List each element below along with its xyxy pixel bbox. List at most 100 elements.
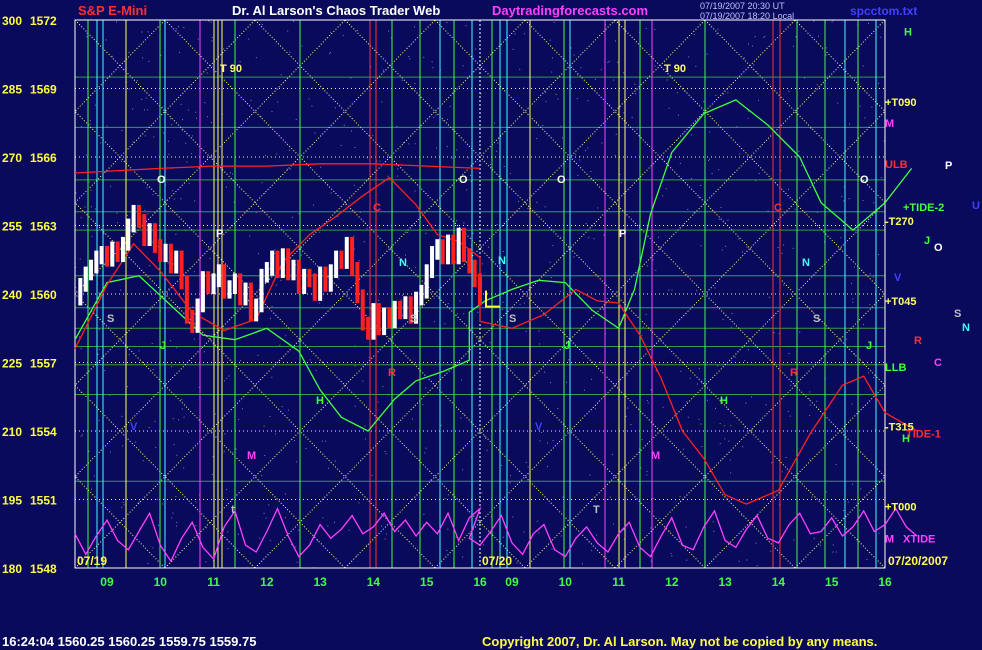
star-dot bbox=[509, 172, 511, 174]
star-dot bbox=[727, 92, 729, 94]
star-dot bbox=[226, 377, 228, 379]
star-dot bbox=[510, 475, 512, 477]
star-dot bbox=[353, 235, 355, 237]
star-dot bbox=[321, 440, 323, 442]
star-dot bbox=[275, 284, 277, 286]
upper-band-line bbox=[74, 163, 481, 174]
star-dot bbox=[414, 190, 416, 192]
y-tick-outer: 225 bbox=[2, 357, 22, 371]
star-dot bbox=[98, 349, 100, 351]
star-dot bbox=[84, 206, 86, 208]
star-dot bbox=[770, 550, 772, 552]
star-dot bbox=[182, 119, 184, 121]
star-dot bbox=[788, 353, 790, 355]
right-level-label: M bbox=[885, 533, 894, 545]
star-dot bbox=[790, 384, 792, 386]
star-dot bbox=[110, 185, 112, 187]
star-dot bbox=[434, 297, 435, 299]
star-dot bbox=[178, 51, 180, 53]
price-bar bbox=[94, 250, 99, 274]
star-dot bbox=[742, 251, 744, 253]
price-bar bbox=[168, 243, 173, 274]
star-dot bbox=[739, 153, 741, 155]
star-dot bbox=[378, 299, 380, 301]
star-dot bbox=[603, 234, 605, 236]
star-dot bbox=[712, 521, 714, 523]
price-bar bbox=[419, 284, 424, 306]
star-dot bbox=[560, 125, 562, 127]
star-dot bbox=[284, 493, 286, 495]
star-dot bbox=[314, 132, 316, 134]
star-dot bbox=[178, 25, 180, 27]
star-dot bbox=[397, 175, 399, 177]
star-dot bbox=[168, 140, 170, 142]
timestamp-local: 07/19/2007 18:20 Local bbox=[700, 11, 795, 21]
star-dot bbox=[401, 294, 403, 296]
star-dot bbox=[869, 273, 871, 275]
price-bar bbox=[446, 234, 451, 265]
star-dot bbox=[150, 291, 152, 293]
star-dot bbox=[250, 99, 252, 101]
star-dot bbox=[211, 473, 213, 475]
star-dot bbox=[683, 448, 685, 450]
star-dot bbox=[128, 88, 130, 90]
star-dot bbox=[466, 189, 468, 191]
star-dot bbox=[132, 108, 134, 110]
star-dot bbox=[496, 223, 498, 225]
star-dot bbox=[193, 271, 195, 273]
star-dot bbox=[765, 404, 767, 406]
star-dot bbox=[717, 365, 719, 367]
star-dot bbox=[414, 26, 416, 28]
star-dot bbox=[411, 418, 413, 420]
chart-annotation: J bbox=[564, 340, 570, 352]
star-dot bbox=[176, 347, 178, 349]
star-dot bbox=[652, 259, 654, 261]
star-dot bbox=[706, 399, 708, 401]
chart-annotation: C bbox=[774, 202, 782, 214]
star-dot bbox=[162, 503, 164, 505]
star-dot bbox=[552, 439, 554, 441]
star-dot bbox=[172, 263, 174, 265]
y-tick-outer: 255 bbox=[2, 220, 22, 234]
star-dot bbox=[121, 506, 123, 508]
star-dot bbox=[195, 525, 197, 527]
website-link[interactable]: Daytradingforecasts.com bbox=[492, 3, 648, 18]
star-dot bbox=[173, 198, 175, 200]
price-bar bbox=[478, 273, 482, 306]
y-tick-inner: 1554 bbox=[30, 425, 57, 439]
star-dot bbox=[148, 60, 150, 62]
chart-annotation: t bbox=[231, 504, 235, 516]
planet-label: R bbox=[914, 335, 922, 347]
price-bar bbox=[99, 246, 104, 265]
star-dot bbox=[481, 263, 483, 265]
star-dot bbox=[384, 451, 386, 453]
star-dot bbox=[396, 499, 398, 501]
star-dot bbox=[170, 118, 172, 120]
star-dot bbox=[263, 512, 265, 514]
price-bar bbox=[286, 248, 291, 281]
star-dot bbox=[173, 444, 175, 446]
price-bar bbox=[110, 241, 115, 267]
star-dot bbox=[309, 359, 311, 361]
price-bar bbox=[451, 234, 456, 265]
star-dot bbox=[414, 143, 416, 145]
star-dot bbox=[808, 398, 810, 400]
star-dot bbox=[723, 425, 725, 427]
star-dot bbox=[589, 474, 591, 476]
star-dot bbox=[462, 556, 464, 558]
star-dot bbox=[690, 178, 692, 180]
star-dot bbox=[719, 443, 721, 445]
star-dot bbox=[783, 244, 785, 246]
star-dot bbox=[764, 35, 766, 37]
star-dot bbox=[404, 254, 406, 256]
star-dot bbox=[138, 350, 140, 352]
star-dot bbox=[575, 153, 577, 155]
star-dot bbox=[384, 538, 386, 540]
star-dot bbox=[636, 128, 638, 130]
star-dot bbox=[197, 38, 199, 40]
star-dot bbox=[670, 552, 672, 554]
price-bar bbox=[179, 250, 184, 290]
star-dot bbox=[231, 173, 233, 175]
star-dot bbox=[308, 98, 310, 100]
star-dot bbox=[447, 303, 449, 305]
